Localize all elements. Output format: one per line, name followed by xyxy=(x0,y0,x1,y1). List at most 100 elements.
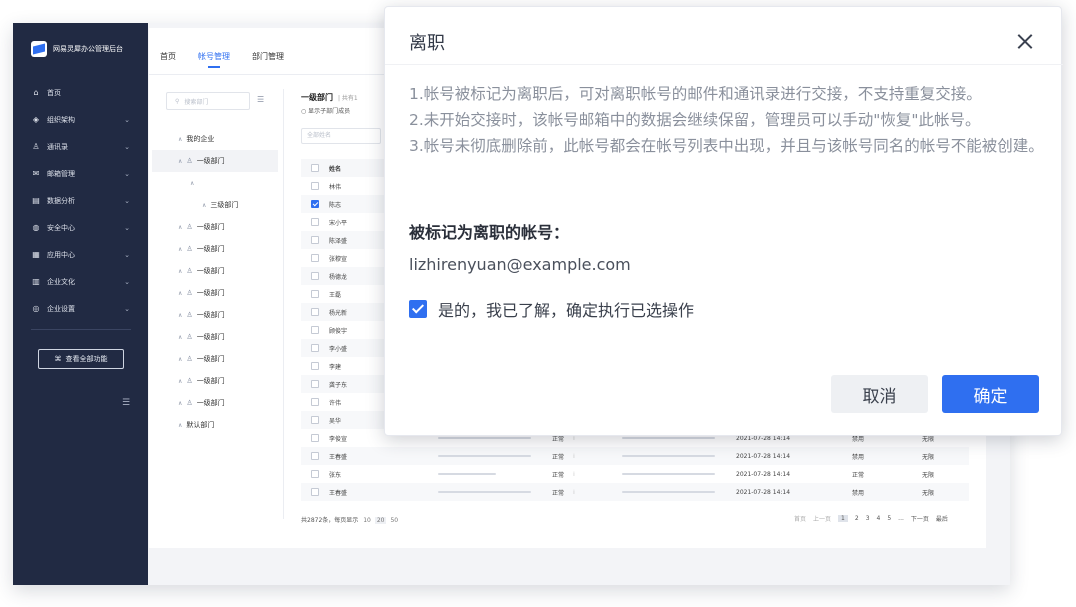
first-page-link[interactable]: 首页 xyxy=(794,514,806,523)
tree-node[interactable]: ∧ ♙ 一级部门 xyxy=(152,392,278,414)
tree-node-label: 一级部门 xyxy=(196,377,225,385)
tree-node[interactable]: ∧ ♙ 一级部门 xyxy=(152,282,278,304)
show-sub-dept-toggle[interactable]: ○ 显示子部门成员 xyxy=(301,106,350,115)
chevron-up-icon[interactable]: ∧ xyxy=(178,268,182,275)
table-row[interactable]: 王春盛 正常 ⁞ 2021-07-28 14:14 禁用 无限 xyxy=(301,483,969,501)
tree-node[interactable]: ∧ 我的企业 xyxy=(152,128,278,150)
select-all-checkbox[interactable] xyxy=(311,164,319,172)
row-checkbox[interactable] xyxy=(311,434,319,442)
tree-node[interactable]: ∧ ♙ 一级部门 xyxy=(152,260,278,282)
next-page-link[interactable]: 下一页 xyxy=(911,514,929,523)
chevron-up-icon[interactable]: ∧ xyxy=(178,290,182,297)
chevron-up-icon[interactable]: ∧ xyxy=(178,356,182,363)
row-drag-handle[interactable]: ⁞ xyxy=(573,471,575,478)
row-checkbox[interactable] xyxy=(311,470,319,478)
table-row[interactable]: 张东 正常 ⁞ 2021-07-28 14:14 正常 无限 xyxy=(301,465,969,483)
row-checkbox[interactable] xyxy=(311,362,319,370)
confirm-checkbox-row[interactable]: 是的，我已了解，确定执行已选操作 xyxy=(409,297,694,321)
row-checkbox[interactable] xyxy=(311,398,319,406)
chevron-up-icon[interactable]: ∧ xyxy=(178,312,182,319)
table-row[interactable]: 王春盛 正常 ⁞ 2021-07-28 14:14 禁用 无限 xyxy=(301,447,969,465)
collapse-sidebar-icon[interactable]: ☰ xyxy=(122,398,130,408)
tree-node[interactable]: ∧ ♙ 一级部门 xyxy=(152,348,278,370)
sidebar-item[interactable]: ⌂ 首页 xyxy=(13,79,148,106)
tab-item[interactable]: 帐号管理 xyxy=(198,51,230,68)
page-size-option[interactable]: 50 xyxy=(388,517,400,524)
sidebar-item[interactable]: ◈ 组织架构 ⌄ xyxy=(13,106,148,133)
row-checkbox[interactable] xyxy=(311,182,319,190)
tree-node-label: 一级部门 xyxy=(196,245,225,253)
tree-node[interactable]: ∧ ♙ 一级部门 xyxy=(152,326,278,348)
sidebar-item[interactable]: ✉ 邮箱管理 ⌄ xyxy=(13,160,148,187)
chevron-up-icon[interactable]: ∧ xyxy=(178,400,182,407)
row-checkbox[interactable] xyxy=(311,200,319,208)
resign-account-email: lizhirenyuan@example.com xyxy=(409,255,631,274)
radio-icon[interactable]: ○ xyxy=(301,108,306,115)
tree-node[interactable]: ∧ ♙ 一级部门 xyxy=(152,216,278,238)
page-number[interactable]: 1 xyxy=(838,515,848,522)
chevron-up-icon[interactable]: ∧ xyxy=(178,224,182,231)
chevron-up-icon[interactable]: ∧ xyxy=(178,334,182,341)
chevron-up-icon[interactable]: ∧ xyxy=(178,378,182,385)
tab-item[interactable]: 首页 xyxy=(160,51,176,68)
row-name: 陈泽盛 xyxy=(329,237,348,245)
row-checkbox[interactable] xyxy=(311,254,319,262)
sidebar-item[interactable]: ◎ 企业设置 ⌄ xyxy=(13,295,148,322)
chevron-up-icon[interactable]: ∧ xyxy=(178,158,182,165)
dept-member-count: | 共有1 xyxy=(338,95,358,102)
page-size-option[interactable]: 10 xyxy=(361,517,373,524)
chevron-down-icon: ⌄ xyxy=(124,277,130,286)
tree-node[interactable]: ∧ ♙ 一级部门 xyxy=(152,238,278,260)
close-icon[interactable] xyxy=(1017,33,1033,49)
row-drag-handle[interactable]: ⁞ xyxy=(573,453,575,460)
confirm-checkbox[interactable] xyxy=(409,300,427,318)
row-checkbox[interactable] xyxy=(311,452,319,460)
chevron-up-icon[interactable]: ∧ xyxy=(178,422,182,429)
chevron-up-icon[interactable]: ∧ xyxy=(202,202,206,209)
tree-node[interactable]: ∧ ♙ 一级部门 xyxy=(152,370,278,392)
tree-node[interactable]: ∧ 三级部门 xyxy=(152,194,278,216)
tab-item[interactable]: 部门管理 xyxy=(252,51,284,68)
cancel-button[interactable]: 取消 xyxy=(831,375,928,413)
tree-node[interactable]: ∧ xyxy=(152,172,278,194)
tree-node[interactable]: ∧ ♙ 一级部门 xyxy=(152,150,278,172)
sidebar-item[interactable]: ▦ 应用中心 ⌄ xyxy=(13,241,148,268)
page-number[interactable]: 5 xyxy=(887,515,891,522)
page-number[interactable]: 4 xyxy=(877,515,881,522)
row-checkbox[interactable] xyxy=(311,380,319,388)
row-checkbox[interactable] xyxy=(311,488,319,496)
page-size-option[interactable]: 20 xyxy=(374,517,387,524)
last-page-link[interactable]: 最后 xyxy=(936,514,948,523)
tree-node[interactable]: ∧ 默认部门 xyxy=(152,414,278,436)
chevron-up-icon[interactable]: ∧ xyxy=(178,246,182,253)
name-search-input[interactable]: 全部姓名 xyxy=(301,128,381,144)
row-checkbox[interactable] xyxy=(311,326,319,334)
sidebar-item[interactable]: ◍ 安全中心 ⌄ xyxy=(13,214,148,241)
confirm-button[interactable]: 确定 xyxy=(942,375,1039,413)
row-name: 宋小平 xyxy=(329,219,348,227)
page-number[interactable]: 2 xyxy=(855,515,859,522)
user-group-icon: ♙ xyxy=(186,245,193,253)
row-checkbox[interactable] xyxy=(311,272,319,280)
sidebar-item-label: 应用中心 xyxy=(47,250,75,259)
row-checkbox[interactable] xyxy=(311,344,319,352)
row-checkbox[interactable] xyxy=(311,290,319,298)
placeholder-bar xyxy=(438,473,496,475)
prev-page-link[interactable]: 上一页 xyxy=(813,514,831,523)
tree-menu-icon[interactable]: ☰ xyxy=(257,95,264,104)
row-drag-handle[interactable]: ⁞ xyxy=(573,489,575,496)
sidebar-item[interactable]: ▥ 企业文化 ⌄ xyxy=(13,268,148,295)
dept-search-input[interactable]: ⚲ 搜索部门 xyxy=(166,92,250,110)
sidebar-item[interactable]: ♙ 通讯录 ⌄ xyxy=(13,133,148,160)
row-checkbox[interactable] xyxy=(311,218,319,226)
all-features-button[interactable]: ⌘ 查看全部功能 xyxy=(38,349,124,369)
row-checkbox[interactable] xyxy=(311,236,319,244)
sidebar-item[interactable]: ▤ 数据分析 ⌄ xyxy=(13,187,148,214)
tree-node[interactable]: ∧ ♙ 一级部门 xyxy=(152,304,278,326)
page-number[interactable]: 3 xyxy=(866,515,870,522)
row-checkbox[interactable] xyxy=(311,416,319,424)
chevron-up-icon[interactable]: ∧ xyxy=(178,136,182,143)
row-checkbox[interactable] xyxy=(311,308,319,316)
apps-icon: ⌘ xyxy=(54,355,62,363)
chevron-up-icon[interactable]: ∧ xyxy=(190,180,194,187)
